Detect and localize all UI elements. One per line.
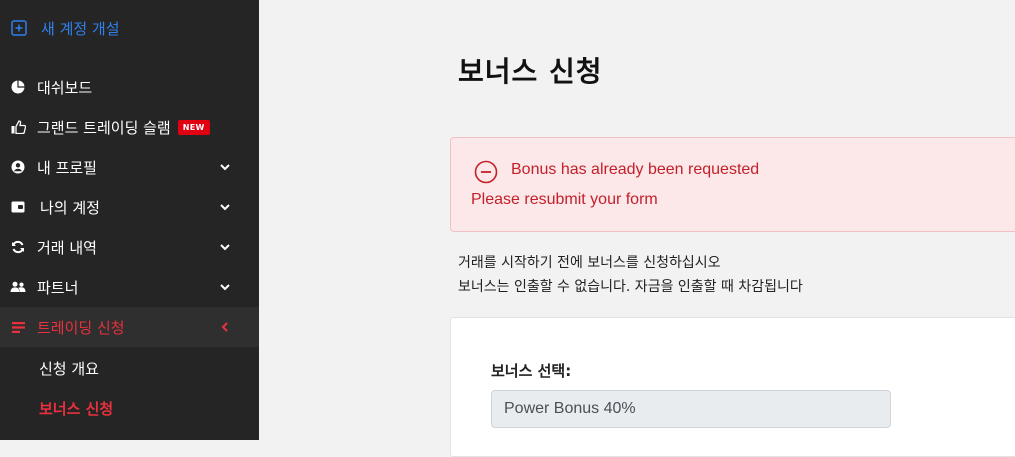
sidebar-item-trade-history[interactable]: 거래 내역 <box>0 227 259 267</box>
bonus-select[interactable]: Power Bonus 40% <box>491 390 891 428</box>
wallet-icon <box>10 199 26 215</box>
pie-chart-icon <box>10 79 26 95</box>
user-circle-icon <box>10 159 26 175</box>
sidebar-item-dashboard[interactable]: 대쉬보드 <box>0 67 259 107</box>
chevron-down-icon <box>220 204 230 211</box>
sidebar-item-label: 트레이딩 신청 <box>37 318 125 337</box>
chevron-down-icon <box>220 164 230 171</box>
alert-message: Bonus has already been requested <box>511 161 760 178</box>
error-alert: Bonus has already been requested Please … <box>450 137 1015 232</box>
bonus-select-value: Power Bonus 40% <box>504 400 636 417</box>
chevron-left-icon <box>221 322 228 332</box>
sidebar-item-label: 거래 내역 <box>37 238 97 257</box>
alert-detail: Please resubmit your form <box>471 191 658 208</box>
sidebar-item-trading-request[interactable]: 트레이딩 신청 <box>0 307 259 347</box>
refresh-icon <box>10 239 26 255</box>
new-account-link[interactable]: 새 계정 개설 <box>10 16 120 40</box>
minus-circle-icon <box>474 160 498 184</box>
plus-square-icon <box>10 19 28 37</box>
info-text: 거래를 시작하기 전에 보너스를 신청하십시오 <box>458 255 721 271</box>
list-icon <box>10 319 26 335</box>
sidebar-item-my-profile[interactable]: 내 프로필 <box>0 147 259 187</box>
bonus-form-card <box>450 317 1015 457</box>
chevron-down-icon <box>220 284 230 291</box>
chevron-down-icon <box>220 244 230 251</box>
info-text: 보너스는 인출할 수 없습니다. 자금을 인출할 때 차감됩니다 <box>458 279 803 295</box>
sidebar-item-label: 내 프로필 <box>37 158 97 177</box>
page-title: 보너스 신청 <box>458 55 603 88</box>
new-badge: NEW <box>177 119 210 135</box>
sidebar: 새 계정 개설 대쉬보드 그랜드 트레이딩 슬램 NEW 내 프로필 나의 계정… <box>0 0 259 440</box>
subitem-request-overview[interactable]: 신청 개요 <box>39 356 99 380</box>
sidebar-item-label: 파트너 <box>37 278 79 297</box>
sidebar-item-partners[interactable]: 파트너 <box>0 267 259 307</box>
sidebar-item-label: 그랜드 트레이딩 슬램 <box>37 118 171 137</box>
sidebar-item-grand-trading-slam[interactable]: 그랜드 트레이딩 슬램 NEW <box>0 107 259 147</box>
thumbs-up-icon <box>10 119 26 135</box>
bonus-select-label: 보너스 선택: <box>491 362 572 380</box>
subitem-bonus-request[interactable]: 보너스 신청 <box>39 396 113 420</box>
sidebar-item-label: 대쉬보드 <box>37 78 93 97</box>
sidebar-item-my-accounts[interactable]: 나의 계정 <box>0 187 259 227</box>
users-icon <box>10 279 26 295</box>
sidebar-item-label: 나의 계정 <box>40 198 100 217</box>
new-account-label: 새 계정 개설 <box>41 19 120 38</box>
